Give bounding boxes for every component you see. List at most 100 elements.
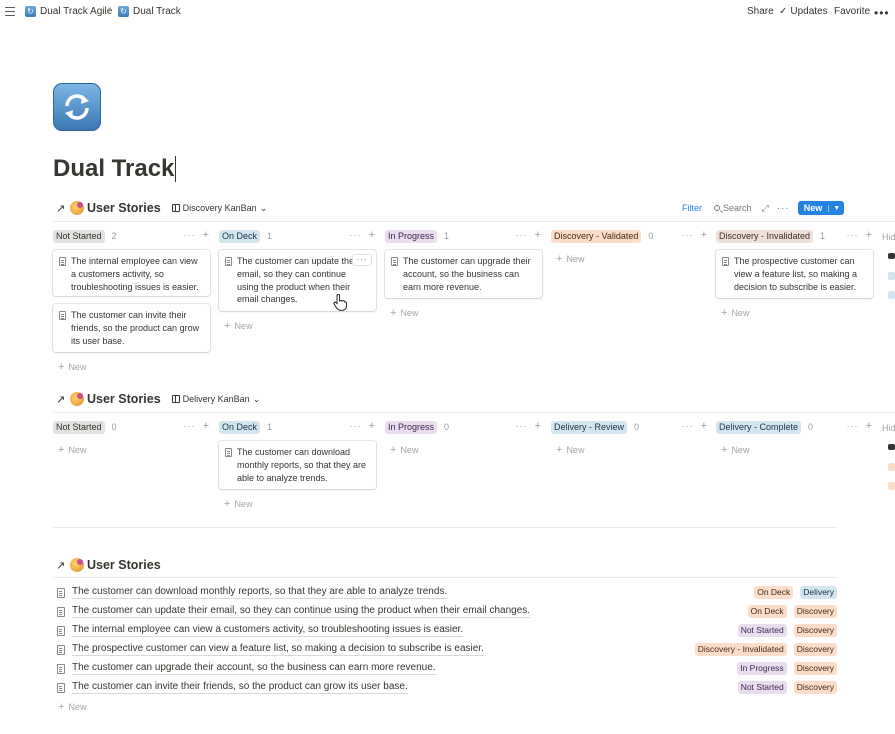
row-title: The prospective customer can view a feat… bbox=[72, 643, 484, 656]
board-column-on-deck: On Deck 1 ··· + bbox=[219, 419, 375, 435]
column-count: 1 bbox=[267, 231, 273, 241]
add-card-icon[interactable]: + bbox=[369, 228, 375, 242]
new-card-button[interactable]: + New bbox=[390, 445, 418, 456]
hidden-group-marker bbox=[888, 291, 895, 299]
page-icon bbox=[225, 448, 232, 457]
chevron-down-icon: ⌄ bbox=[252, 393, 261, 404]
new-card-button[interactable]: + New bbox=[58, 362, 86, 373]
section-title[interactable]: User Stories bbox=[87, 392, 161, 406]
new-label: New bbox=[68, 445, 87, 455]
track-tag: Delivery bbox=[800, 586, 837, 599]
page-title[interactable]: Dual Track bbox=[53, 155, 177, 183]
more-options-button[interactable]: ••• bbox=[874, 7, 890, 19]
link-arrow-icon[interactable]: ↗ bbox=[56, 393, 68, 406]
status-tag[interactable]: Not Started bbox=[53, 229, 105, 243]
menu-icon[interactable] bbox=[5, 7, 15, 16]
list-item[interactable]: The customer can download monthly report… bbox=[53, 583, 837, 602]
chevron-down-icon[interactable]: ▼ bbox=[828, 204, 844, 212]
card-title: The prospective customer can view a feat… bbox=[734, 256, 858, 292]
column-more-icon[interactable]: ··· bbox=[350, 228, 362, 242]
new-card-button[interactable]: + New bbox=[721, 308, 750, 319]
divider bbox=[53, 412, 895, 413]
new-row-button[interactable]: + New bbox=[58, 702, 87, 713]
column-more-icon[interactable]: ··· bbox=[516, 228, 528, 242]
column-more-icon[interactable]: ··· bbox=[184, 419, 196, 433]
card-more-button[interactable]: ··· bbox=[352, 254, 372, 266]
add-card-icon[interactable]: + bbox=[866, 419, 872, 433]
column-more-icon[interactable]: ··· bbox=[682, 419, 694, 433]
board-column-delivery-review: Delivery - Review 0 ··· + bbox=[551, 419, 707, 435]
add-card-icon[interactable]: + bbox=[701, 419, 707, 433]
divider bbox=[53, 221, 895, 222]
updates-button[interactable]: ✓ Updates bbox=[779, 6, 828, 17]
divider bbox=[53, 527, 837, 528]
add-card-icon[interactable]: + bbox=[866, 228, 872, 242]
search-button[interactable]: Search bbox=[714, 203, 752, 213]
board-card[interactable]: The customer can upgrade their account, … bbox=[385, 250, 542, 298]
list-item[interactable]: The customer can invite their friends, s… bbox=[53, 678, 837, 697]
page-icon bbox=[59, 311, 66, 320]
favorite-button[interactable]: Favorite bbox=[834, 6, 870, 17]
page-icon[interactable] bbox=[53, 83, 101, 131]
status-tag[interactable]: Delivery - Complete bbox=[716, 420, 802, 434]
board-card[interactable]: The customer can update their email, so … bbox=[219, 250, 376, 311]
column-more-icon[interactable]: ··· bbox=[682, 228, 694, 242]
view-switcher[interactable]: Delivery KanBan ⌄ bbox=[171, 393, 261, 405]
filter-button[interactable]: Filter bbox=[682, 203, 702, 213]
expand-icon[interactable]: ⤢ bbox=[762, 203, 769, 214]
column-more-icon[interactable]: ··· bbox=[350, 419, 362, 433]
board-card[interactable]: The customer can invite their friends, s… bbox=[53, 304, 210, 352]
add-card-icon[interactable]: + bbox=[203, 228, 209, 242]
link-arrow-icon[interactable]: ↗ bbox=[56, 559, 68, 572]
new-card-button[interactable]: + New bbox=[224, 321, 252, 332]
hidden-columns-label[interactable]: Hid bbox=[882, 232, 895, 242]
link-arrow-icon[interactable]: ↗ bbox=[56, 202, 68, 215]
status-tag[interactable]: On Deck bbox=[219, 420, 261, 434]
page-icon bbox=[391, 257, 398, 266]
list-item[interactable]: The customer can upgrade their account, … bbox=[53, 659, 837, 678]
new-card-button[interactable]: + New bbox=[556, 254, 584, 265]
add-card-icon[interactable]: + bbox=[535, 419, 541, 433]
new-button[interactable]: New ▼ bbox=[797, 201, 845, 215]
add-card-icon[interactable]: + bbox=[535, 228, 541, 242]
new-label: New bbox=[731, 308, 750, 318]
section-title[interactable]: User Stories bbox=[87, 558, 161, 572]
list-item[interactable]: The prospective customer can view a feat… bbox=[53, 640, 837, 659]
hidden-columns-label[interactable]: Hid bbox=[882, 423, 895, 433]
divider bbox=[53, 577, 837, 578]
new-label: New bbox=[68, 702, 87, 712]
list-item[interactable]: The customer can update their email, so … bbox=[53, 602, 837, 621]
view-switcher[interactable]: Discovery KanBan ⌄ bbox=[171, 203, 267, 214]
share-button[interactable]: Share bbox=[747, 6, 774, 17]
board-card[interactable]: The prospective customer can view a feat… bbox=[716, 250, 873, 298]
new-card-button[interactable]: + New bbox=[556, 445, 584, 456]
status-tag[interactable]: In Progress bbox=[385, 229, 438, 243]
status-tag[interactable]: Discovery - Validated bbox=[551, 229, 642, 243]
column-more-icon[interactable]: ··· bbox=[847, 228, 859, 242]
add-card-icon[interactable]: + bbox=[203, 419, 209, 433]
status-tag[interactable]: On Deck bbox=[219, 229, 261, 243]
column-more-icon[interactable]: ··· bbox=[516, 419, 528, 433]
status-tag[interactable]: Delivery - Review bbox=[551, 420, 628, 434]
column-more-icon[interactable]: ··· bbox=[184, 228, 196, 242]
new-card-button[interactable]: + New bbox=[58, 445, 87, 456]
breadcrumb-item-dual-track[interactable]: ↻ Dual Track bbox=[118, 6, 181, 17]
more-icon[interactable]: ··· bbox=[777, 203, 790, 214]
new-card-button[interactable]: + New bbox=[721, 445, 749, 456]
breadcrumb-label: Dual Track bbox=[133, 6, 181, 17]
add-card-icon[interactable]: + bbox=[701, 228, 707, 242]
status-tag[interactable]: Not Started bbox=[53, 420, 105, 434]
status-tag: Discovery - Invalidated bbox=[694, 643, 787, 656]
board-card[interactable]: The customer can download monthly report… bbox=[219, 441, 376, 489]
column-more-icon[interactable]: ··· bbox=[847, 419, 859, 433]
hidden-group-marker bbox=[888, 482, 895, 490]
status-tag[interactable]: In Progress bbox=[385, 420, 438, 434]
section-title[interactable]: User Stories bbox=[87, 201, 161, 215]
board-card[interactable]: The internal employee can view a custome… bbox=[53, 250, 210, 296]
new-card-button[interactable]: + New bbox=[390, 308, 418, 319]
status-tag[interactable]: Discovery - Invalidated bbox=[716, 229, 814, 243]
breadcrumb-item-dual-track-agile[interactable]: ↻ Dual Track Agile bbox=[25, 6, 112, 17]
new-card-button[interactable]: + New bbox=[224, 499, 252, 510]
add-card-icon[interactable]: + bbox=[369, 419, 375, 433]
list-item[interactable]: The internal employee can view a custome… bbox=[53, 621, 837, 640]
